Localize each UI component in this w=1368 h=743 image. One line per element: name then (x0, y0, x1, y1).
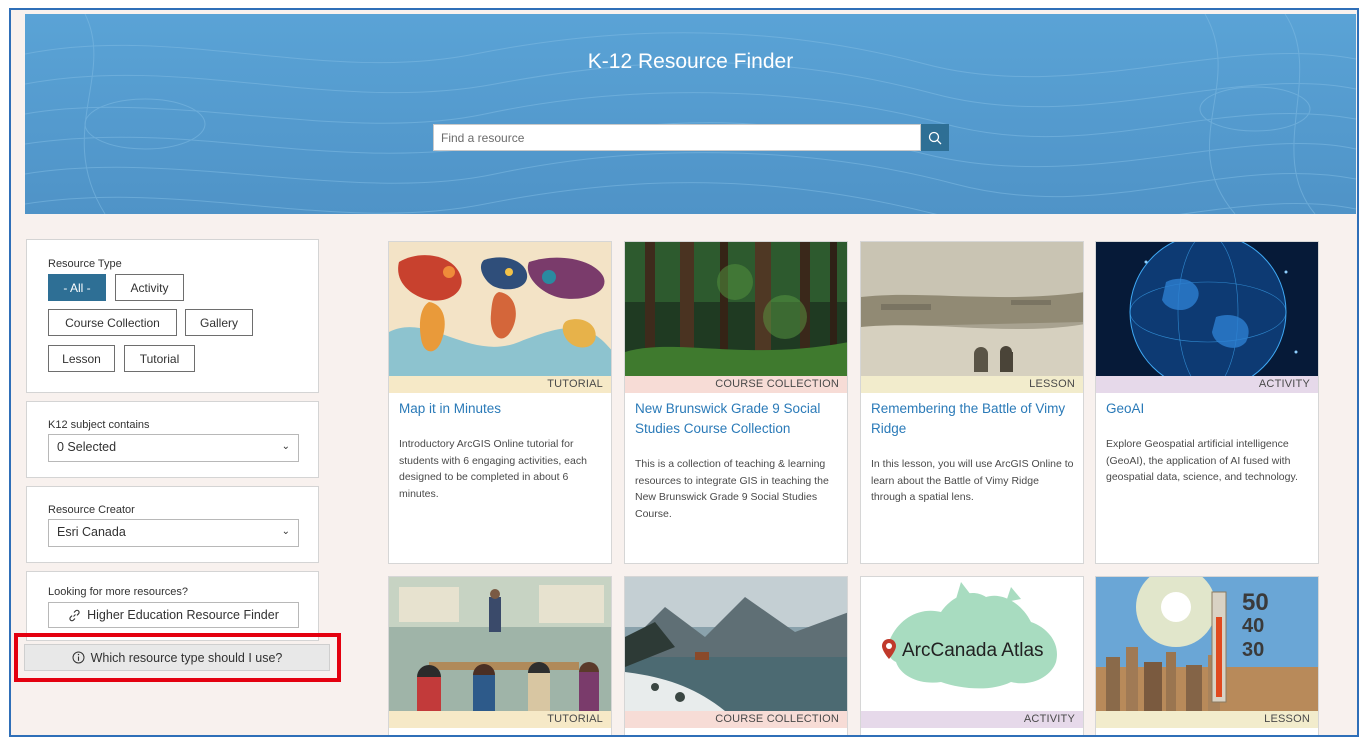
card-thumbnail: ArcCanada Atlas (861, 577, 1083, 711)
card-thumbnail: 50 40 30 (1096, 577, 1318, 711)
higher-education-link-button[interactable]: Higher Education Resource Finder (48, 602, 299, 628)
resource-card[interactable]: LESSON Remembering the Battle of Vimy Ri… (860, 241, 1084, 564)
chip-all[interactable]: - All - (48, 274, 106, 301)
subject-value: 0 Selected (57, 440, 117, 454)
card-type-badge: COURSE COLLECTION (625, 711, 847, 728)
card-type-badge: TUTORIAL (389, 376, 611, 393)
card-title[interactable]: GeoAI (1106, 399, 1312, 419)
more-resources-panel: Looking for more resources? Higher Educa… (26, 571, 319, 641)
card-description: Introductory ArcGIS Online tutorial for … (399, 438, 587, 500)
resource-card[interactable]: 50 40 30 LESSON (1095, 576, 1319, 735)
subject-label: K12 subject contains (48, 419, 150, 431)
topographic-pattern (25, 14, 1356, 214)
help-button-highlight (14, 633, 341, 682)
card-title[interactable]: New Brunswick Grade 9 Social Studies Cou… (635, 399, 841, 439)
card-thumbnail (389, 242, 611, 376)
card-type-badge: LESSON (861, 376, 1083, 393)
world-map-image (389, 242, 611, 376)
forest-image (625, 242, 847, 376)
card-title[interactable]: Map it in Minutes (399, 399, 605, 419)
subject-panel: K12 subject contains 0 Selected ⌄ (26, 401, 319, 478)
thermometer-city-image (1096, 577, 1318, 711)
page-frame: K-12 Resource Finder Find a resource Res… (9, 8, 1359, 737)
more-resources-label: Looking for more resources? (48, 586, 189, 598)
chevron-down-icon: ⌄ (281, 441, 290, 452)
thermometer-reading-50: 50 (1242, 589, 1269, 616)
creator-select[interactable]: Esri Canada ⌄ (48, 519, 299, 547)
card-type-badge: ACTIVITY (861, 711, 1083, 728)
classroom-image (389, 577, 611, 711)
resource-type-label: Resource Type (48, 258, 122, 270)
higher-education-link-label: Higher Education Resource Finder (87, 608, 279, 622)
resource-card[interactable]: COURSE COLLECTION New Brunswick Grade 9 … (624, 241, 848, 564)
card-type-badge: ACTIVITY (1096, 376, 1318, 393)
card-title[interactable]: Remembering the Battle of Vimy Ridge (871, 399, 1077, 439)
chip-activity[interactable]: Activity (115, 274, 184, 301)
resource-card[interactable]: ArcCanada Atlas ACTIVITY (860, 576, 1084, 735)
canada-atlas-label: ArcCanada Atlas (902, 640, 1044, 661)
card-type-badge: TUTORIAL (389, 711, 611, 728)
chip-course-collection[interactable]: Course Collection (48, 309, 177, 336)
battlefield-photo-image (861, 242, 1083, 376)
search-input[interactable]: Find a resource (433, 124, 921, 151)
creator-panel: Resource Creator Esri Canada ⌄ (26, 486, 319, 563)
card-thumbnail (625, 577, 847, 711)
card-thumbnail (625, 242, 847, 376)
chip-lesson[interactable]: Lesson (48, 345, 115, 372)
link-icon (69, 609, 80, 621)
chip-gallery[interactable]: Gallery (185, 309, 253, 336)
card-thumbnail (1096, 242, 1318, 376)
creator-value: Esri Canada (57, 525, 126, 539)
page-title: K-12 Resource Finder (587, 50, 794, 73)
mountain-lake-image (625, 577, 847, 711)
card-thumbnail (389, 577, 611, 711)
thermometer-reading-30: 30 (1242, 639, 1265, 661)
card-description: In this lesson, you will use ArcGIS Onli… (871, 458, 1074, 503)
chevron-down-icon: ⌄ (281, 526, 290, 537)
search-icon (928, 131, 942, 144)
card-thumbnail (861, 242, 1083, 376)
subject-select[interactable]: 0 Selected ⌄ (48, 434, 299, 462)
card-description: Explore Geospatial artificial intelligen… (1106, 438, 1298, 483)
card-type-badge: LESSON (1096, 711, 1318, 728)
card-description: This is a collection of teaching & learn… (635, 458, 829, 520)
search-button[interactable] (921, 124, 949, 151)
map-pin-icon (882, 639, 896, 659)
digital-globe-image (1096, 242, 1318, 376)
resource-card[interactable]: ACTIVITY GeoAI Explore Geospatial artifi… (1095, 241, 1319, 564)
resource-type-panel: Resource Type - All - Activity Course Co… (26, 239, 319, 393)
resource-card[interactable]: TUTORIAL (388, 576, 612, 735)
chip-tutorial[interactable]: Tutorial (124, 345, 195, 372)
thermometer-reading-40: 40 (1242, 615, 1265, 637)
card-type-badge: COURSE COLLECTION (625, 376, 847, 393)
resource-card[interactable]: COURSE COLLECTION (624, 576, 848, 735)
hero-banner: K-12 Resource Finder Find a resource (25, 14, 1356, 214)
resource-card[interactable]: TUTORIAL Map it in Minutes Introductory … (388, 241, 612, 564)
creator-label: Resource Creator (48, 504, 135, 516)
